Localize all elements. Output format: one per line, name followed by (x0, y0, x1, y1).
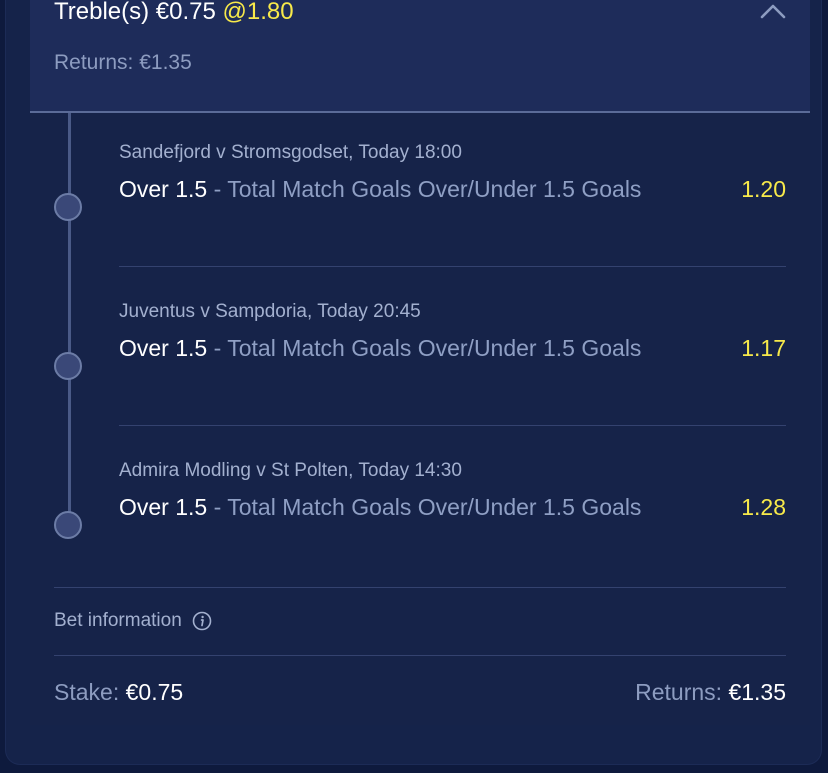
header-returns: Returns: €1.35 (54, 51, 192, 75)
selection-pick: Over 1.5 (119, 335, 208, 361)
selection-pick: Over 1.5 (119, 494, 208, 520)
returns-value: €1.35 (728, 679, 786, 705)
returns-summary: Returns: €1.35 (635, 679, 786, 706)
bet-information-link[interactable]: Bet information (54, 610, 212, 632)
header-returns-value: €1.35 (139, 51, 192, 74)
selection-divider (119, 425, 786, 426)
footer-divider (54, 655, 786, 656)
market-name: - Total Match Goals Over/Under 1.5 Goals (207, 335, 642, 361)
event-name: Juventus v Sampdoria, Today 20:45 (119, 301, 421, 322)
selection-price: 1.28 (741, 494, 786, 520)
selection-pick: Over 1.5 (119, 176, 208, 202)
info-icon[interactable] (192, 611, 212, 631)
returns-label: Returns: (635, 679, 723, 705)
event-name: Admira Modling v St Polten, Today 14:30 (119, 460, 462, 481)
market-description: Over 1.5 - Total Match Goals Over/Under … (119, 174, 679, 204)
timeline-dot (54, 511, 82, 539)
stake-summary: Stake: €0.75 (54, 679, 183, 706)
event-name: Sandefjord v Stromsgodset, Today 18:00 (119, 142, 462, 163)
timeline-line (68, 113, 71, 525)
selection-item: Sandefjord v Stromsgodset, Today 18:00 O… (119, 142, 786, 204)
treble-bet-card: Treble(s) €0.75 @1.80 Returns: €1.35 San… (30, 0, 810, 725)
bet-stake: €0.75 (155, 0, 216, 25)
timeline-dot (54, 352, 82, 380)
bet-type: Treble(s) (54, 0, 150, 25)
header-returns-label: Returns: (54, 51, 134, 74)
market-name: - Total Match Goals Over/Under 1.5 Goals (207, 176, 642, 202)
market-description: Over 1.5 - Total Match Goals Over/Under … (119, 492, 679, 522)
market-description: Over 1.5 - Total Match Goals Over/Under … (119, 333, 679, 363)
selection-divider (119, 266, 786, 267)
section-divider (54, 587, 786, 588)
market-row: Over 1.5 - Total Match Goals Over/Under … (119, 492, 786, 522)
stake-label: Stake: (54, 679, 120, 705)
bet-title: Treble(s) €0.75 @1.80 (54, 0, 294, 26)
market-name: - Total Match Goals Over/Under 1.5 Goals (207, 494, 642, 520)
selection-item: Admira Modling v St Polten, Today 14:30 … (119, 460, 786, 522)
stake-value: €0.75 (125, 679, 184, 705)
chevron-up-icon[interactable] (758, 0, 788, 26)
timeline-dot (54, 193, 82, 221)
bet-information-label: Bet information (54, 610, 182, 631)
selection-price: 1.17 (741, 335, 786, 361)
bet-slip-container: Treble(s) €0.75 @1.80 Returns: €1.35 San… (6, 0, 821, 764)
selection-item: Juventus v Sampdoria, Today 20:45 Over 1… (119, 301, 786, 363)
market-row: Over 1.5 - Total Match Goals Over/Under … (119, 333, 786, 363)
market-row: Over 1.5 - Total Match Goals Over/Under … (119, 174, 786, 204)
selection-price: 1.20 (741, 176, 786, 202)
bet-header[interactable]: Treble(s) €0.75 @1.80 Returns: €1.35 (30, 0, 810, 113)
bet-odds: @1.80 (222, 0, 294, 25)
